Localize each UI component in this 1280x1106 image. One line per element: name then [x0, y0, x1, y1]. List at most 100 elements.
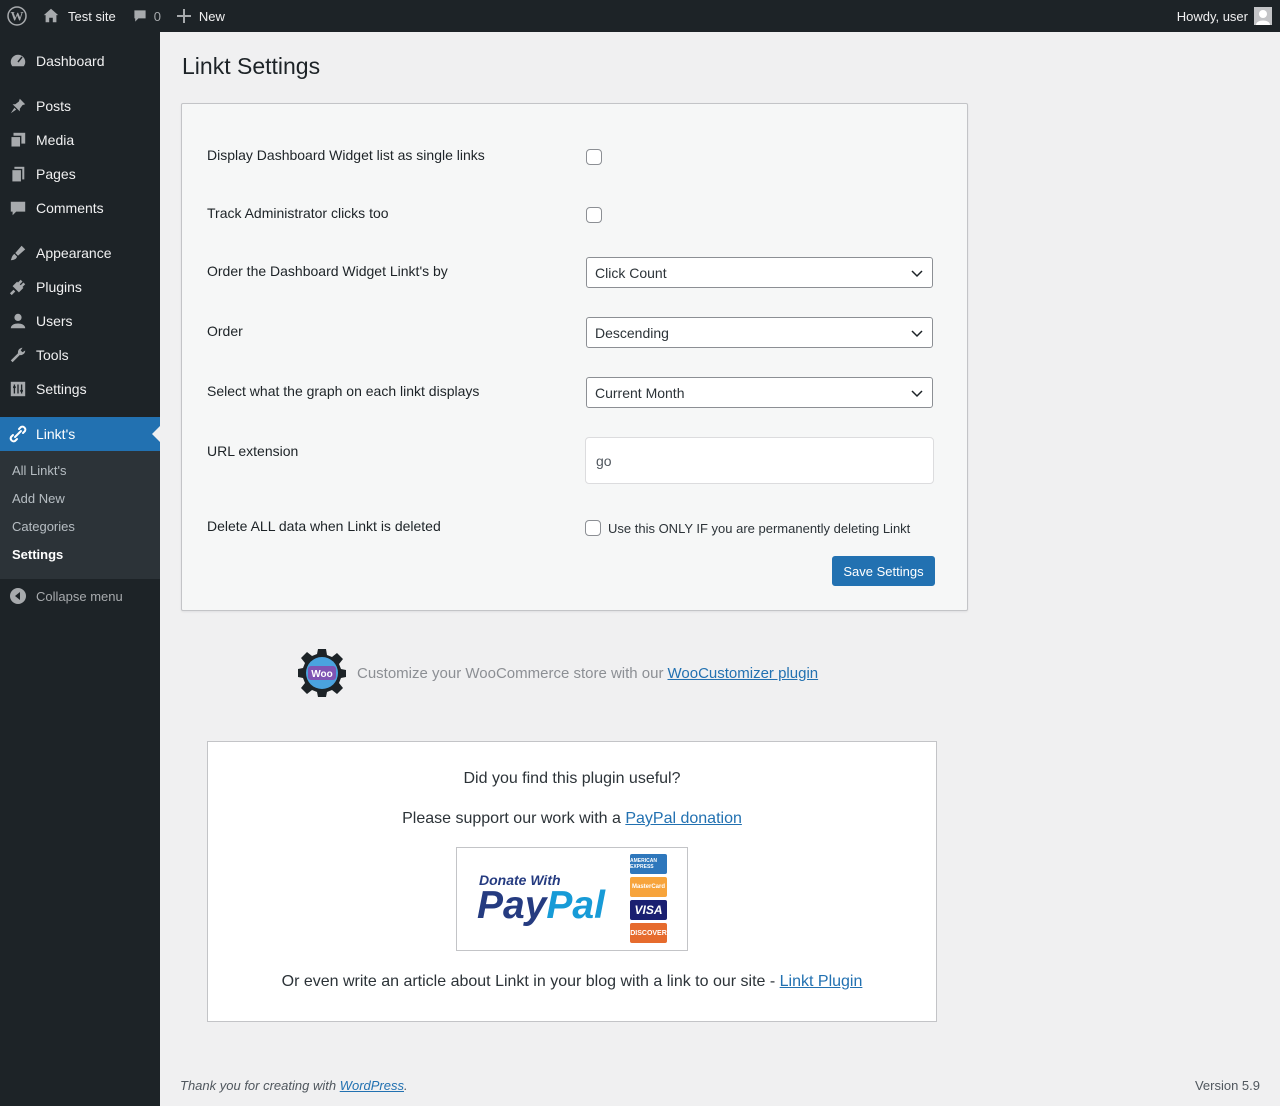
- widget-single-links-label: Display Dashboard Widget list as single …: [207, 147, 485, 163]
- comments-link[interactable]: 0: [124, 0, 169, 32]
- submenu-add-new[interactable]: Add New: [12, 491, 65, 506]
- sidebar-item-appearance[interactable]: Appearance: [0, 236, 160, 270]
- comments-count: 0: [153, 8, 161, 24]
- graph-value: Current Month: [595, 384, 685, 401]
- order-by-label: Order the Dashboard Widget Linkt's by: [207, 263, 448, 279]
- graph-select[interactable]: Current Month: [586, 377, 933, 408]
- linkts-submenu: All Linkt's Add New Categories Settings: [0, 451, 160, 579]
- sidebar-item-label: Settings: [36, 381, 87, 397]
- amex-card-icon: AMERICAN EXPRESS: [630, 854, 667, 874]
- sidebar-item-linkts[interactable]: Linkt's: [0, 417, 160, 451]
- collapse-menu-button[interactable]: Collapse menu: [0, 584, 160, 608]
- page-title: Linkt Settings: [182, 53, 321, 79]
- footer-version: Version 5.9: [1194, 1078, 1260, 1093]
- order-by-value: Click Count: [595, 264, 667, 281]
- paypal-logo: PayPal: [477, 884, 605, 927]
- sidebar-item-media[interactable]: Media: [0, 123, 160, 157]
- save-settings-button[interactable]: Save Settings: [832, 556, 935, 586]
- url-extension-label: URL extension: [207, 443, 299, 459]
- sidebar-item-label: Dashboard: [36, 53, 105, 69]
- order-value: Descending: [595, 324, 669, 341]
- donate-support-text: Please support our work with a: [402, 810, 621, 827]
- donate-article-text: Or even write an article about Linkt in …: [281, 973, 776, 990]
- sidebar-item-dashboard[interactable]: Dashboard: [0, 44, 160, 78]
- site-name-link[interactable]: Test site: [34, 0, 124, 32]
- order-select[interactable]: Descending: [586, 317, 933, 348]
- wordpress-link[interactable]: WordPress: [340, 1078, 404, 1093]
- chevron-down-icon: [911, 270, 923, 278]
- donate-box: Did you find this plugin useful? Please …: [207, 741, 937, 1022]
- collapse-arrow-icon: [0, 588, 36, 604]
- new-content-link[interactable]: New: [169, 0, 233, 32]
- woocustomizer-link[interactable]: WooCustomizer plugin: [668, 665, 819, 682]
- track-admin-checkbox[interactable]: [586, 207, 602, 223]
- url-extension-input[interactable]: go: [585, 437, 934, 484]
- order-label: Order: [207, 323, 243, 339]
- site-name: Test site: [68, 8, 116, 24]
- user-icon: [0, 312, 36, 330]
- wordpress-logo-icon[interactable]: W: [0, 0, 34, 32]
- admin-sidebar: Dashboard Posts Media Pages Comments App…: [0, 32, 160, 1106]
- submenu-all-linkts[interactable]: All Linkt's: [12, 463, 67, 478]
- svg-text:W: W: [11, 9, 24, 24]
- visa-card-icon: VISA: [630, 900, 667, 920]
- url-extension-value: go: [596, 452, 612, 469]
- sidebar-item-comments[interactable]: Comments: [0, 191, 160, 225]
- paypal-donation-link[interactable]: PayPal donation: [625, 810, 742, 827]
- comment-bubble-icon: [134, 10, 146, 22]
- sidebar-item-users[interactable]: Users: [0, 304, 160, 338]
- settings-icon: [0, 380, 36, 398]
- footer-thanks-text: Thank you for creating with: [180, 1078, 337, 1093]
- sidebar-item-label: Appearance: [36, 245, 112, 261]
- media-icon: [0, 131, 36, 149]
- home-icon: [43, 8, 59, 23]
- woocommerce-gear-icon: Woo: [298, 649, 346, 697]
- submenu-categories[interactable]: Categories: [12, 519, 75, 534]
- woo-promo: Woo Customize your WooCommerce store wit…: [297, 648, 818, 698]
- donate-support-line: Please support our work with a PayPal do…: [208, 810, 936, 828]
- main-content: Linkt Settings Display Dashboard Widget …: [160, 32, 1280, 1106]
- woo-promo-text: Customize your WooCommerce store with ou…: [357, 664, 664, 682]
- linkt-plugin-link[interactable]: Linkt Plugin: [780, 973, 863, 990]
- sidebar-item-label: Users: [36, 313, 73, 329]
- track-admin-label: Track Administrator clicks too: [207, 205, 389, 221]
- my-account-link[interactable]: Howdy, user: [1177, 0, 1272, 32]
- discover-card-icon: DISCOVER: [630, 923, 667, 943]
- settings-form: Display Dashboard Widget list as single …: [181, 103, 968, 611]
- paperclip-icon: [0, 424, 36, 444]
- sidebar-item-plugins[interactable]: Plugins: [0, 270, 160, 304]
- new-label: New: [198, 8, 225, 24]
- donate-article-line: Or even write an article about Linkt in …: [208, 973, 936, 991]
- delete-data-checkbox[interactable]: [585, 520, 601, 536]
- paypal-donate-button[interactable]: Donate With PayPal AMERICAN EXPRESS Mast…: [456, 847, 688, 951]
- comment-icon: [0, 199, 36, 217]
- sidebar-item-settings[interactable]: Settings: [0, 372, 160, 406]
- admin-bar: W Test site 0 New Howdy, user: [0, 0, 1280, 32]
- submenu-settings[interactable]: Settings: [12, 547, 63, 562]
- order-by-select[interactable]: Click Count: [586, 257, 933, 288]
- avatar: [1254, 7, 1272, 25]
- sidebar-item-pages[interactable]: Pages: [0, 157, 160, 191]
- sidebar-item-tools[interactable]: Tools: [0, 338, 160, 372]
- sidebar-item-label: Tools: [36, 347, 69, 363]
- chevron-down-icon: [911, 390, 923, 398]
- brush-icon: [0, 244, 36, 262]
- sidebar-item-label: Pages: [36, 166, 76, 182]
- wrench-icon: [0, 346, 36, 364]
- sidebar-item-posts[interactable]: Posts: [0, 89, 160, 123]
- chevron-down-icon: [911, 330, 923, 338]
- donate-question: Did you find this plugin useful?: [463, 770, 681, 787]
- svg-text:Woo: Woo: [311, 669, 332, 680]
- delete-data-label: Delete ALL data when Linkt is deleted: [207, 518, 441, 534]
- plus-icon: [176, 9, 191, 23]
- widget-single-links-checkbox[interactable]: [586, 149, 602, 165]
- dashboard-icon: [0, 51, 36, 71]
- pages-icon: [0, 165, 36, 183]
- sidebar-item-label: Media: [36, 132, 75, 148]
- pin-icon: [0, 97, 36, 115]
- plug-icon: [0, 278, 36, 296]
- footer-thanks: Thank you for creating with WordPress.: [180, 1078, 408, 1093]
- sidebar-item-label: Plugins: [36, 279, 82, 295]
- sidebar-item-label: Comments: [36, 200, 104, 216]
- delete-data-note: Use this ONLY IF you are permanently del…: [608, 521, 911, 536]
